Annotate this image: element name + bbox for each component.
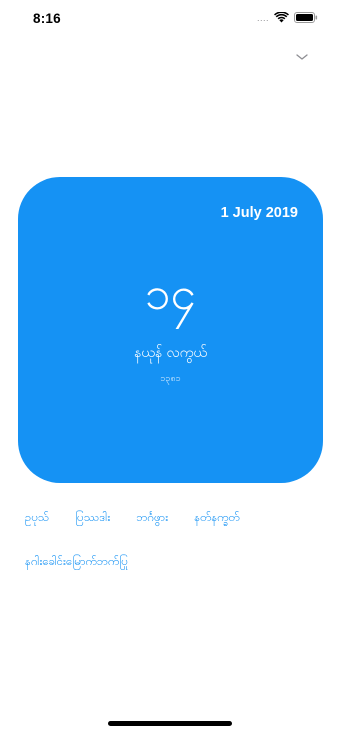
signal-dots-icon: .... — [256, 12, 269, 23]
link-pyathada[interactable]: ပြဿဒါး — [75, 509, 110, 525]
date-card: 1 July 2019 ၁၄ နယုန် လကွယ် ၁၃၈၁ — [18, 177, 323, 483]
card-year: ၁၃၈၁ — [160, 374, 181, 384]
chevron-down-icon[interactable] — [294, 52, 310, 62]
wifi-icon — [274, 12, 289, 23]
link-astrology[interactable]: နတ်နက္ခတ် — [194, 509, 240, 525]
link-birth[interactable]: ဘင်္ဂဖွား — [136, 509, 168, 525]
card-date: 1 July 2019 — [220, 205, 298, 221]
status-time: 8:16 — [33, 11, 61, 26]
card-day-number: ၁၄ — [144, 266, 197, 320]
status-icons: .... — [257, 12, 318, 23]
status-bar: 8:16 .... — [0, 0, 340, 40]
link-sabbath[interactable]: ဥပုသ် — [25, 509, 49, 525]
battery-icon — [294, 12, 318, 23]
card-month-phase: နယုန် လကွယ် — [134, 345, 207, 361]
links-row: ဥပုသ် ပြဿဒါး ဘင်္ဂဖွား နတ်နက္ခတ် — [25, 509, 240, 525]
home-indicator — [108, 721, 232, 726]
link-dragon-head[interactable]: နဂါးခေါင်းမြောက်ဘက်ပြု — [25, 553, 128, 569]
